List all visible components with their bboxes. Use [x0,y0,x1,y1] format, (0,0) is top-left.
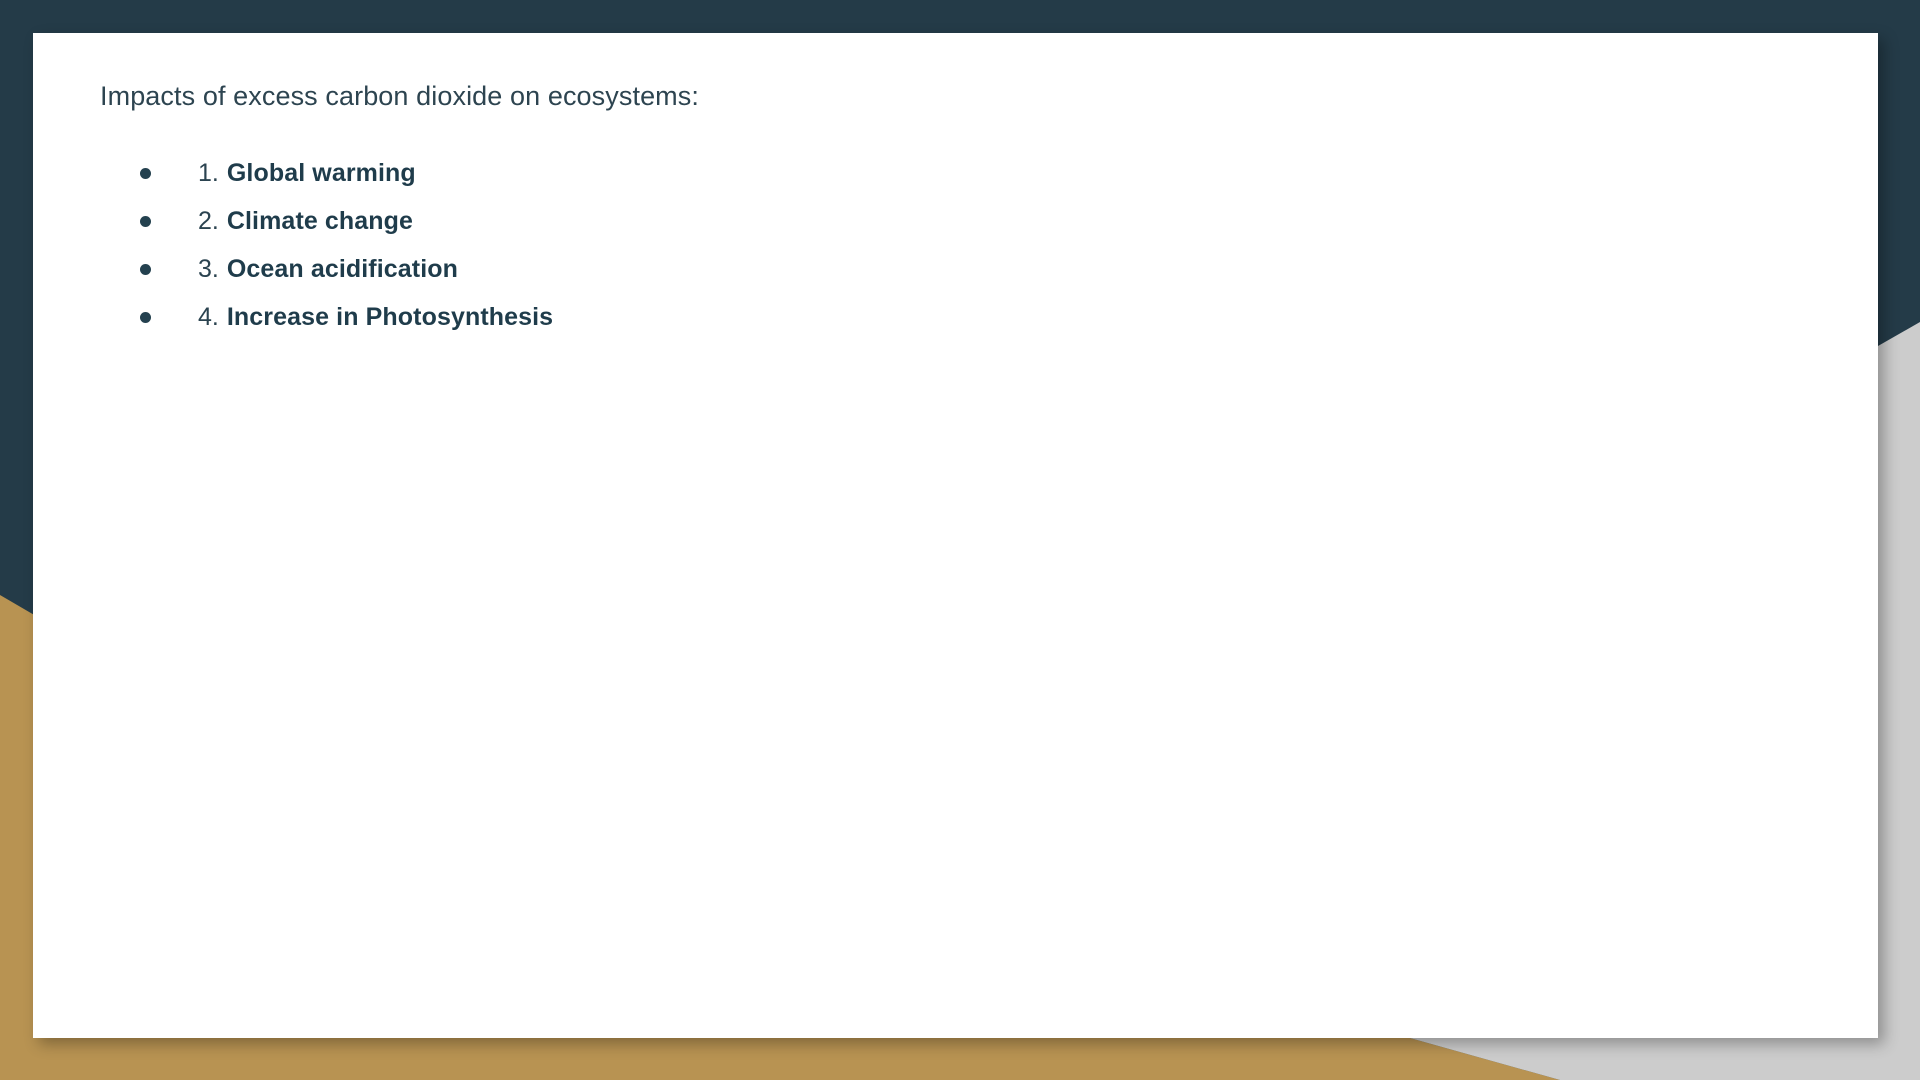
slide-canvas: Impacts of excess carbon dioxide on ecos… [0,0,1920,1080]
bullet-dot-icon [140,263,151,275]
list-item-number: 4. [198,303,219,332]
list-item-label: Climate change [226,207,414,236]
list-item-label: Ocean acidification [226,255,458,284]
list-item: 4. Increase in Photosynthesis [100,293,1838,341]
list-item-label: Global warming [226,159,416,188]
list-item-number: 2. [198,207,219,236]
slide-body: Impacts of excess carbon dioxide on ecos… [100,78,1838,341]
list-item-label: Increase in Photosynthesis [226,303,554,332]
gold-left-strip [0,595,36,1080]
bullet-dot-icon [140,215,151,227]
list-item: 2. Climate change [100,197,1838,245]
list-item-number: 3. [198,255,219,284]
list-item: 1. Global warming [100,149,1838,197]
gold-bottom-wedge [0,1038,1560,1080]
list-item-number: 1. [198,159,219,188]
page-title: Impacts of excess carbon dioxide on ecos… [100,81,699,111]
slide-content-card: Impacts of excess carbon dioxide on ecos… [33,33,1878,1038]
bullet-dot-icon [140,311,151,323]
list-item: 3. Ocean acidification [100,245,1838,293]
gray-right-strip [1878,322,1920,1080]
impacts-bullet-list: 1. Global warming 2. Climate change 3. O… [100,149,1838,341]
bullet-dot-icon [140,167,151,179]
